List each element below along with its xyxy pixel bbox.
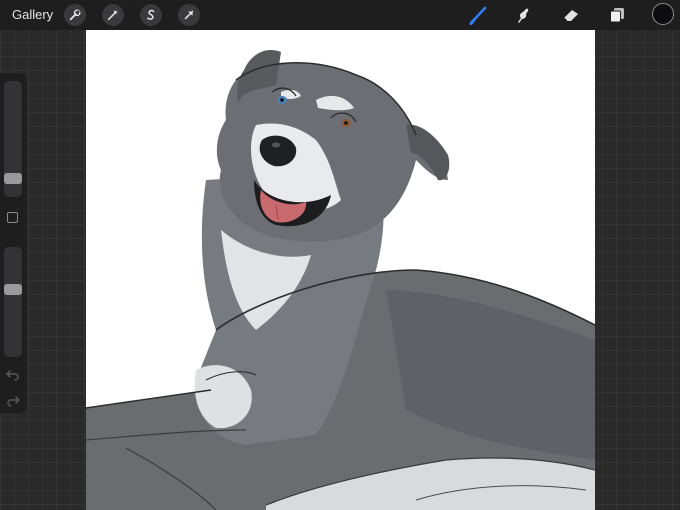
brush-icon[interactable] (468, 4, 490, 26)
magic-wand-icon[interactable] (102, 4, 124, 26)
color-picker-button[interactable] (652, 3, 674, 25)
dog-illustration (86, 50, 595, 510)
layers-icon[interactable] (606, 4, 628, 26)
eraser-icon[interactable] (560, 4, 582, 26)
drawing-canvas[interactable] (86, 30, 595, 510)
redo-icon[interactable] (6, 395, 20, 407)
smudge-finger-icon[interactable] (512, 4, 534, 26)
brush-size-slider[interactable] (4, 81, 22, 197)
opacity-handle[interactable] (4, 284, 22, 295)
brush-size-handle[interactable] (4, 173, 22, 184)
top-toolbar: Gallery (0, 0, 680, 30)
selection-s-icon[interactable] (140, 4, 162, 26)
arrow-cursor-icon[interactable] (178, 4, 200, 26)
wrench-icon[interactable] (64, 4, 86, 26)
undo-icon[interactable] (6, 369, 20, 381)
modify-button[interactable] (7, 212, 18, 223)
left-sidebar (0, 73, 27, 413)
gallery-button[interactable]: Gallery (12, 7, 53, 22)
opacity-slider[interactable] (4, 247, 22, 357)
